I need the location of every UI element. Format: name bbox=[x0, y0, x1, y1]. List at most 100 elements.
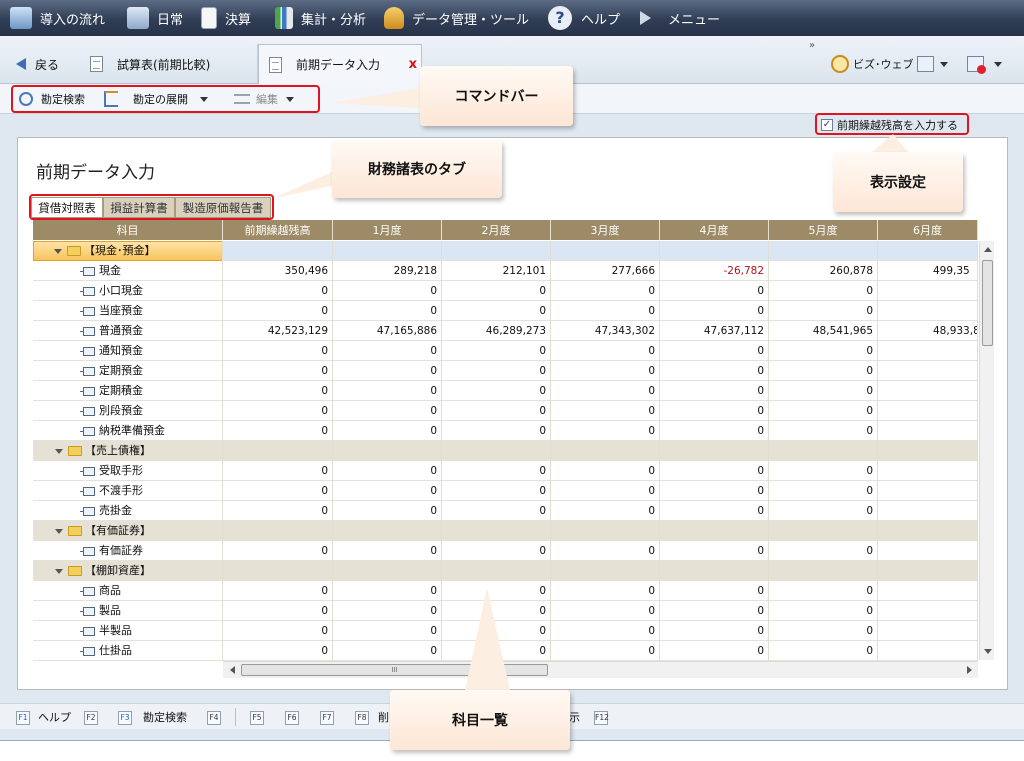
value-cell[interactable]: 0 bbox=[660, 621, 769, 641]
value-cell[interactable]: 0 bbox=[442, 301, 551, 321]
value-cell[interactable]: 0 bbox=[333, 401, 442, 421]
value-cell[interactable]: 47,637,112 bbox=[660, 321, 769, 341]
menu-item-data-tools[interactable]: データ管理・ツール bbox=[384, 0, 529, 36]
value-cell[interactable]: 0 bbox=[660, 541, 769, 561]
value-cell[interactable]: 47,165,886 bbox=[333, 321, 442, 341]
value-cell[interactable]: 0 bbox=[333, 621, 442, 641]
value-cell[interactable]: 0 bbox=[551, 621, 660, 641]
value-cell[interactable] bbox=[878, 621, 978, 641]
value-cell[interactable]: 0 bbox=[769, 301, 878, 321]
value-cell[interactable] bbox=[878, 421, 978, 441]
value-cell[interactable]: 0 bbox=[223, 641, 333, 661]
value-cell[interactable]: 0 bbox=[660, 401, 769, 421]
value-cell[interactable]: 277,666 bbox=[551, 261, 660, 281]
fkey-f8[interactable]: F8 bbox=[355, 711, 369, 725]
value-cell[interactable]: 0 bbox=[333, 381, 442, 401]
value-cell[interactable]: 0 bbox=[551, 581, 660, 601]
value-cell[interactable]: 0 bbox=[333, 341, 442, 361]
tab-trial-balance[interactable]: 試算表(前期比較) bbox=[80, 44, 258, 84]
column-header[interactable]: 1月度 bbox=[333, 220, 442, 240]
value-cell[interactable]: 0 bbox=[442, 621, 551, 641]
value-cell[interactable] bbox=[878, 401, 978, 421]
menu-item-flow[interactable]: 導入の流れ bbox=[10, 0, 105, 36]
value-cell[interactable]: 0 bbox=[551, 381, 660, 401]
fkey-f3[interactable]: F3 bbox=[118, 711, 132, 725]
value-cell[interactable]: 0 bbox=[442, 381, 551, 401]
value-cell[interactable]: 0 bbox=[223, 501, 333, 521]
value-cell[interactable]: 0 bbox=[223, 581, 333, 601]
value-cell[interactable]: 0 bbox=[769, 421, 878, 441]
value-cell[interactable]: 48,933,88 bbox=[878, 321, 978, 341]
scroll-thumb[interactable]: III bbox=[241, 664, 548, 676]
value-cell[interactable]: 212,101 bbox=[442, 261, 551, 281]
value-cell[interactable]: 289,218 bbox=[333, 261, 442, 281]
value-cell[interactable]: 0 bbox=[223, 421, 333, 441]
value-cell[interactable]: 0 bbox=[551, 601, 660, 621]
value-cell[interactable]: 0 bbox=[223, 601, 333, 621]
value-cell[interactable]: 0 bbox=[223, 281, 333, 301]
value-cell[interactable]: 0 bbox=[769, 501, 878, 521]
value-cell[interactable]: 0 bbox=[442, 341, 551, 361]
table-row[interactable]: 商品 0 0 0 0 0 0 bbox=[33, 581, 978, 601]
value-cell[interactable]: 0 bbox=[769, 581, 878, 601]
tab-balance-sheet[interactable]: 貸借対照表 bbox=[31, 197, 103, 218]
value-cell[interactable]: 0 bbox=[660, 581, 769, 601]
value-cell[interactable]: 0 bbox=[660, 461, 769, 481]
value-cell[interactable]: 0 bbox=[551, 481, 660, 501]
fkey-f7[interactable]: F7 bbox=[320, 711, 334, 725]
table-row[interactable]: 現金 350,496 289,218 212,101 277,666 -26,782 260… bbox=[33, 261, 978, 281]
value-cell[interactable]: 0 bbox=[442, 421, 551, 441]
value-cell[interactable]: 0 bbox=[333, 461, 442, 481]
value-cell[interactable]: 0 bbox=[223, 401, 333, 421]
value-cell[interactable]: 0 bbox=[333, 281, 442, 301]
value-cell[interactable]: 0 bbox=[769, 621, 878, 641]
value-cell[interactable]: 0 bbox=[660, 501, 769, 521]
value-cell[interactable]: 0 bbox=[551, 641, 660, 661]
table-row[interactable]: 納税準備預金 0 0 0 0 0 0 bbox=[33, 421, 978, 441]
value-cell[interactable]: 0 bbox=[223, 381, 333, 401]
close-icon[interactable]: x bbox=[409, 57, 417, 72]
menu-item-daily[interactable]: 日常 bbox=[127, 0, 183, 36]
value-cell[interactable]: 0 bbox=[769, 461, 878, 481]
value-cell[interactable]: 0 bbox=[551, 501, 660, 521]
value-cell[interactable] bbox=[878, 501, 978, 521]
value-cell[interactable]: 0 bbox=[333, 301, 442, 321]
value-cell[interactable]: 0 bbox=[769, 481, 878, 501]
fkey-f1[interactable]: F1 bbox=[16, 711, 30, 725]
value-cell[interactable]: 0 bbox=[769, 401, 878, 421]
column-header[interactable]: 科目 bbox=[33, 220, 223, 240]
fkey-f12[interactable]: F12 bbox=[594, 711, 609, 725]
bizweb-button[interactable]: ビズ･ウェブ bbox=[831, 44, 921, 84]
fkey-f2[interactable]: F2 bbox=[84, 711, 98, 725]
column-header[interactable]: 2月度 bbox=[442, 220, 551, 240]
value-cell[interactable]: 0 bbox=[442, 581, 551, 601]
value-cell[interactable]: 260,878 bbox=[769, 261, 878, 281]
column-header[interactable]: 前期繰越残高 bbox=[223, 220, 333, 240]
value-cell[interactable]: 0 bbox=[769, 541, 878, 561]
checkbox[interactable]: ✓ bbox=[821, 119, 833, 131]
value-cell[interactable]: 0 bbox=[442, 281, 551, 301]
value-cell[interactable]: 46,289,273 bbox=[442, 321, 551, 341]
value-cell[interactable]: 42,523,129 bbox=[223, 321, 333, 341]
value-cell[interactable]: 0 bbox=[442, 601, 551, 621]
expand-triangle-icon[interactable] bbox=[54, 248, 62, 254]
table-row[interactable]: 仕掛品 0 0 0 0 0 0 bbox=[33, 641, 978, 661]
menu-item-analysis[interactable]: 集計・分析 bbox=[275, 0, 366, 36]
value-cell[interactable] bbox=[878, 361, 978, 381]
value-cell[interactable]: 0 bbox=[333, 601, 442, 621]
value-cell[interactable]: 0 bbox=[551, 401, 660, 421]
value-cell[interactable]: 0 bbox=[223, 341, 333, 361]
expand-triangle-icon[interactable] bbox=[55, 528, 63, 534]
value-cell[interactable] bbox=[878, 301, 978, 321]
tab-prior-period-input[interactable]: 前期データ入力 x bbox=[258, 44, 422, 84]
table-row[interactable]: 小口現金 0 0 0 0 0 0 bbox=[33, 281, 978, 301]
value-cell[interactable]: 0 bbox=[333, 541, 442, 561]
category-row[interactable]: 【売上債権】 bbox=[33, 441, 978, 461]
value-cell[interactable] bbox=[878, 601, 978, 621]
back-button[interactable]: 戻る bbox=[16, 44, 80, 84]
fkey-f4[interactable]: F4 bbox=[207, 711, 221, 725]
value-cell[interactable] bbox=[878, 481, 978, 501]
close-window-dropdown[interactable] bbox=[967, 44, 1011, 84]
value-cell[interactable]: 0 bbox=[333, 361, 442, 381]
expand-triangle-icon[interactable] bbox=[55, 568, 63, 574]
